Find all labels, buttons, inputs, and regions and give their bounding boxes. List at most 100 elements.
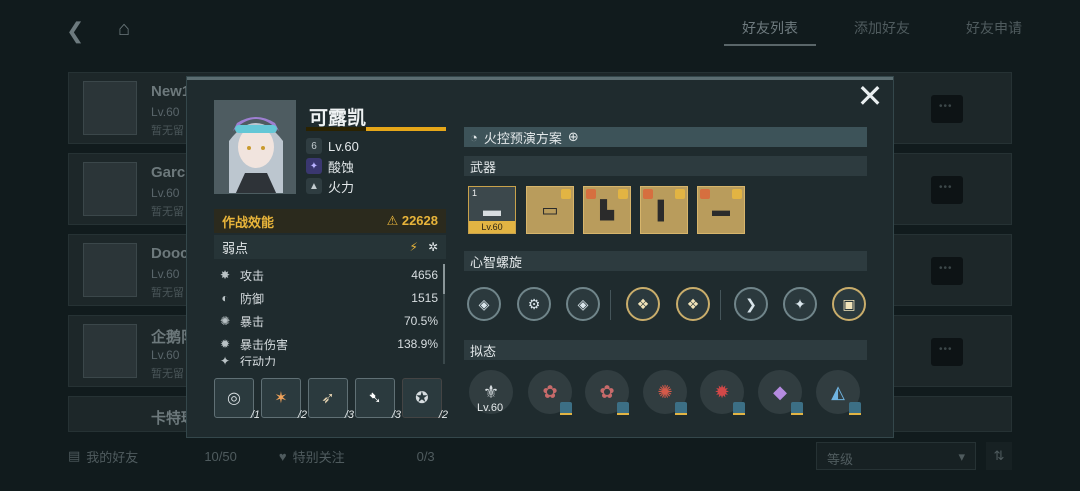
- helix-node[interactable]: ⚙: [517, 287, 551, 321]
- firepower-icon: ▲: [306, 178, 322, 194]
- bottom-bar: ▤ 我的好友 10/50 ♥ 特别关注 0/3 等级 ▾ ⇅: [68, 438, 1012, 474]
- sort-order-icon[interactable]: ⇅: [986, 442, 1012, 470]
- level-icon: 6: [306, 138, 322, 154]
- stat-row: ✸ 攻击 4656: [218, 264, 438, 286]
- sort-label: 等级: [827, 452, 854, 467]
- electric-icon: ⚡: [409, 240, 418, 254]
- tab-friend-requests[interactable]: 好友申请: [948, 18, 1040, 46]
- friend-name: New1: [151, 83, 191, 100]
- skill-slot[interactable]: ◎ /1: [214, 378, 260, 421]
- skill-slot[interactable]: ✶ /2: [261, 378, 307, 421]
- action-icon: ✦: [219, 356, 231, 366]
- back-icon[interactable]: ❮: [66, 18, 86, 43]
- rarity-badge-icon: [732, 189, 742, 199]
- chat-icon[interactable]: [931, 176, 963, 204]
- crit-damage-icon: ✹: [219, 337, 231, 351]
- chat-icon[interactable]: [931, 95, 963, 123]
- missile-icon: ➶: [321, 390, 335, 407]
- weapon-section-header: 武器: [464, 156, 867, 176]
- barrel-icon: ▬: [712, 199, 730, 220]
- power-number: 22628: [401, 213, 438, 228]
- character-name: 可露凯: [309, 108, 367, 129]
- weapon-section-label: 武器: [470, 159, 497, 175]
- chevron-down-icon: ▾: [958, 449, 965, 464]
- weapon-attachment-slot[interactable]: ▬: [697, 186, 745, 234]
- friend-status: 暂无留: [151, 125, 184, 137]
- helix-divider: [610, 290, 611, 320]
- type-badge-icon: [700, 189, 710, 199]
- rarity-bar: [791, 413, 803, 415]
- special-follow-label: 特别关注: [292, 449, 345, 465]
- laurel-icon: ⚜: [482, 381, 500, 402]
- skill-level: /3: [391, 409, 401, 421]
- friend-level: Lv.60: [151, 267, 180, 281]
- close-icon[interactable]: ✕: [855, 80, 885, 112]
- helix-node[interactable]: ❖: [626, 287, 660, 321]
- bomb-icon: ✪: [415, 390, 429, 407]
- tab-add-friend[interactable]: 添加好友: [836, 18, 928, 46]
- helix-node[interactable]: ✦: [783, 287, 817, 321]
- stat-value: 4656: [411, 268, 438, 282]
- stat-value: 70.5%: [403, 314, 438, 328]
- skill-slot[interactable]: ➷ /3: [355, 378, 401, 421]
- diamond-icon: ◈: [577, 295, 589, 312]
- chat-icon[interactable]: [931, 257, 963, 285]
- friend-status: 暂无留: [151, 206, 184, 218]
- stat-label: 暴击: [240, 314, 265, 329]
- helix-node[interactable]: ◈: [467, 287, 501, 321]
- tab-friend-list[interactable]: 好友列表: [724, 18, 816, 46]
- rarity-badge-icon: [561, 189, 571, 199]
- helix-node[interactable]: ▣: [832, 287, 866, 321]
- rarity-badge-icon: [675, 189, 685, 199]
- weapon-level: Lv.60: [469, 221, 515, 233]
- combat-power-label: 作战效能: [222, 214, 275, 230]
- zoom-icon[interactable]: ⊕: [568, 129, 579, 145]
- rarity-badge-icon: [618, 189, 628, 199]
- fire-control-plan-bar[interactable]: ◔ 火控预演方案 ⊕: [464, 127, 867, 147]
- modal-top-line: [187, 77, 893, 80]
- helix-node[interactable]: ❯: [734, 287, 768, 321]
- crest-icon: ❖: [636, 295, 650, 312]
- weapon-attachment-slot[interactable]: ▙: [583, 186, 631, 234]
- skill-level: /3: [344, 409, 354, 421]
- weapon-attachment-slot[interactable]: ▌: [640, 186, 688, 234]
- rarity-bar: [733, 413, 745, 415]
- stat-row: ✹ 暴击伤害 138.9%: [218, 333, 438, 355]
- stat-label: 攻击: [240, 268, 265, 283]
- weapon-attachment-slot[interactable]: ▭: [526, 186, 574, 234]
- helix-node[interactable]: ◈: [566, 287, 600, 321]
- friend-name: Garcl: [151, 164, 190, 181]
- flower-icon: ✿: [599, 381, 615, 402]
- stat-value: 1515: [411, 291, 438, 305]
- combat-power-value: ⚠ 22628: [387, 213, 438, 229]
- home-icon[interactable]: ⌂: [118, 18, 142, 40]
- friend-level: Lv.60: [151, 348, 180, 362]
- mimic-section-header: 拟态: [464, 340, 867, 360]
- sort-dropdown[interactable]: 等级 ▾: [816, 442, 976, 470]
- weapon-type-row: ▲ 火力: [306, 176, 354, 196]
- mimic-section-label: 拟态: [470, 343, 497, 359]
- friend-status: 暂无留: [151, 368, 184, 380]
- helix-node[interactable]: ❖: [676, 287, 710, 321]
- skill-slot[interactable]: ✪ /2: [402, 378, 448, 421]
- spiky-core-icon: ✺: [657, 381, 673, 402]
- follow-count: 0/3: [416, 448, 435, 464]
- top-bar: ❮ ⌂ 好友列表 添加好友 好友申请: [0, 0, 1080, 60]
- avatar: [83, 162, 137, 216]
- rarity-bar: [849, 413, 861, 415]
- type-badge-icon: [586, 189, 596, 199]
- chat-icon[interactable]: [931, 338, 963, 366]
- friend-level: Lv.60: [151, 186, 180, 200]
- gun-icon: ▬: [483, 199, 501, 220]
- gear-icon: ⚙: [527, 295, 541, 312]
- weapon-slot-main[interactable]: 1 ▬ Lv.60: [468, 186, 516, 234]
- weakness-row: 弱点 ⚡ ✲: [214, 235, 446, 259]
- rarity-bar: [560, 413, 572, 415]
- skill-slot[interactable]: ➶ /3: [308, 378, 354, 421]
- star-icon: ✦: [794, 295, 806, 312]
- combat-power-row: 作战效能 ⚠ 22628: [214, 209, 446, 233]
- skill-level: /2: [297, 409, 307, 421]
- stats-scroll-thumb[interactable]: [443, 264, 445, 294]
- power-icon: ⚠: [386, 213, 402, 228]
- stat-label: 暴击伤害: [240, 337, 289, 352]
